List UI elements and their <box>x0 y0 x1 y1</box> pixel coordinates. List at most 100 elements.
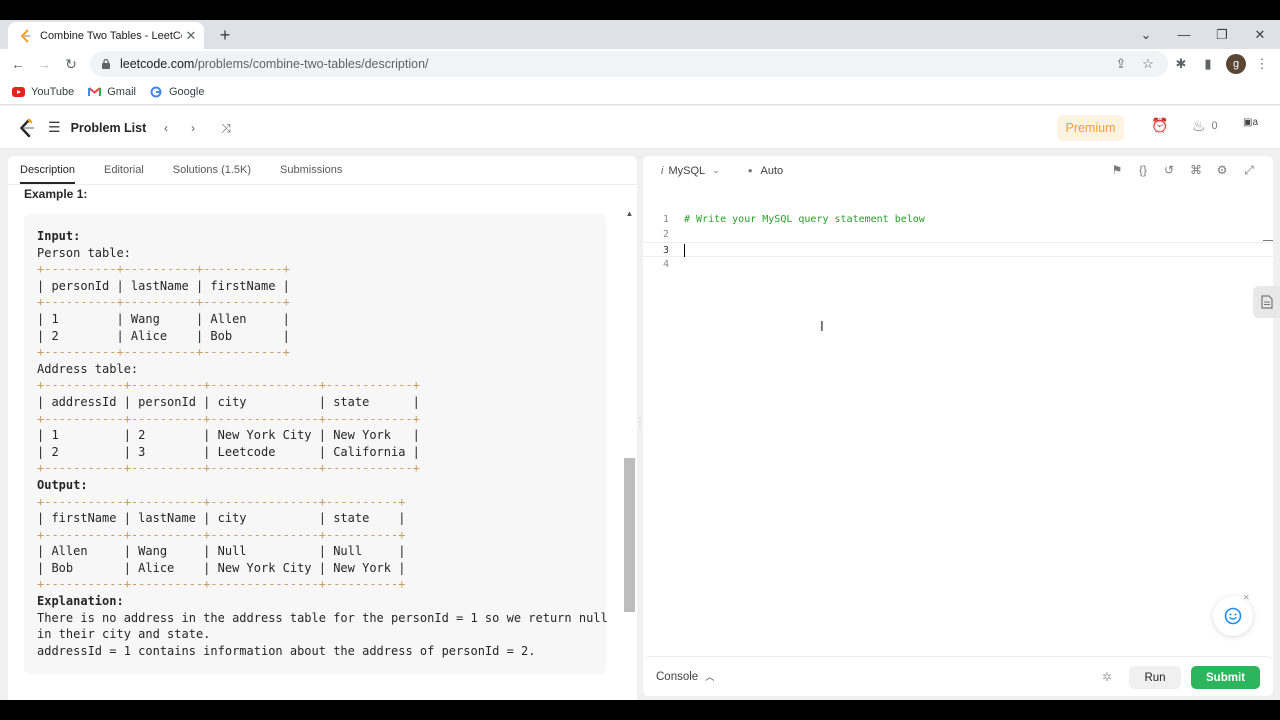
example-line: +-----------+----------+---------------+… <box>37 527 406 542</box>
format-braces-icon[interactable]: {} <box>1135 162 1151 178</box>
lock-icon <box>100 58 112 70</box>
example-line: +-----------+----------+---------------+… <box>37 577 406 592</box>
alarm-clock-icon[interactable]: ⏰ <box>1151 117 1168 134</box>
bookmark-google[interactable]: Google <box>150 85 204 98</box>
example-line: | Allen | Wang | Null | Null | <box>37 544 406 559</box>
bookmark-label: Gmail <box>107 85 136 98</box>
bookmark-gmail[interactable]: Gmail <box>88 85 136 98</box>
description-tabs: Description Editorial Solutions (1.5K) S… <box>8 156 637 185</box>
forward-icon[interactable]: → <box>33 53 55 75</box>
expand-icon[interactable]: ⤢ <box>1241 162 1257 178</box>
side-notes-tab[interactable] <box>1253 286 1280 318</box>
code-text: # Write your MySQL query statement below <box>684 214 925 225</box>
example-line: +-----------+----------+---------------+… <box>37 461 420 476</box>
description-panel: Description Editorial Solutions (1.5K) S… <box>8 156 637 700</box>
profile-avatar[interactable]: g <box>1226 54 1246 74</box>
panel-resize-handle[interactable]: · · · <box>638 414 642 432</box>
share-icon[interactable]: ⇪ <box>1110 53 1132 75</box>
example-line: Explanation: <box>37 594 124 609</box>
example-line: | 1 | Wang | Allen | <box>37 311 290 326</box>
example-line: | 2 | 3 | Leetcode | California | <box>37 444 420 459</box>
example-code-block: Input: Person table: +----------+---------… <box>24 214 608 674</box>
example-line: | addressId | personId | city | state | <box>37 394 420 409</box>
avatar-alt-text: a <box>1252 117 1259 128</box>
example-line: Output: <box>37 477 88 492</box>
code-line: 1 # Write your MySQL query statement bel… <box>643 212 1273 227</box>
leetcode-favicon-icon <box>18 28 32 43</box>
youtube-icon <box>12 85 25 98</box>
more-menu-icon[interactable]: ⋮ <box>1251 53 1273 75</box>
streak-count: 0 <box>1211 120 1218 132</box>
user-avatar[interactable]: ▣ a <box>1243 117 1258 128</box>
document-icon <box>1260 295 1273 309</box>
scroll-up-icon[interactable]: ▲ <box>625 209 634 218</box>
run-button[interactable]: Run <box>1129 666 1181 689</box>
sidepanel-icon[interactable]: ▮ <box>1197 53 1219 75</box>
shuffle-icon[interactable]: ⤨ <box>217 119 235 137</box>
console-label: Console <box>656 670 699 683</box>
debug-bug-icon[interactable]: ✲ <box>1099 669 1115 685</box>
url-text: leetcode.com/problems/combine-two-tables… <box>120 57 429 71</box>
example-line: +-----------+----------+---------------+… <box>37 411 420 426</box>
screen-bottom-border <box>0 700 1280 720</box>
code-area[interactable]: 1 # Write your MySQL query statement bel… <box>643 212 1273 272</box>
tab-search-icon[interactable]: ⌄ <box>1128 20 1164 49</box>
scrollbar-thumb[interactable] <box>624 458 635 612</box>
line-number: 2 <box>662 229 669 240</box>
example-line: | 1 | 2 | New York City | New York | <box>37 428 420 443</box>
reload-icon[interactable]: ↻ <box>60 53 82 75</box>
example-line: +----------+----------+-----------+ <box>37 295 290 310</box>
bookmark-star-icon[interactable]: ☆ <box>1137 53 1159 75</box>
autocomplete-mode[interactable]: ● Auto <box>748 165 783 177</box>
minimize-icon[interactable]: — <box>1166 20 1202 49</box>
bookmark-label: YouTube <box>31 85 75 98</box>
browser-tab[interactable]: Combine Two Tables - LeetCode ✕ <box>8 22 204 49</box>
code-line: 4 <box>643 257 1273 272</box>
settings-gear-icon[interactable]: ⚙ <box>1214 162 1230 178</box>
example-heading: Example 1: <box>24 187 88 201</box>
bookmark-label: Google <box>168 85 205 98</box>
language-select[interactable]: i MySQL ⌄ <box>661 165 720 177</box>
example-line: Input: <box>37 229 81 243</box>
chevron-up-icon: ︿ <box>705 672 715 682</box>
example-text: Input: Person table: +----------+---------… <box>37 228 608 659</box>
chat-close-icon[interactable]: ✕ <box>1243 593 1253 603</box>
tab-solutions[interactable]: Solutions (1.5K) <box>173 156 251 184</box>
leetcode-logo-icon[interactable] <box>18 118 36 138</box>
example-line: Person table: <box>37 245 131 260</box>
extensions-icon[interactable]: ✱ <box>1170 53 1192 75</box>
console-bar: Console ︿ ✲ Run Submit <box>643 656 1273 696</box>
tab-submissions[interactable]: Submissions <box>280 156 342 184</box>
language-label: MySQL <box>668 164 706 177</box>
bookmark-icon[interactable]: ⚑ <box>1109 162 1125 178</box>
line-number: 1 <box>662 214 669 225</box>
dot-icon: ● <box>747 166 753 175</box>
description-content: Example 1: Input: Person table: +---------… <box>8 186 622 700</box>
prev-problem-icon[interactable]: ‹ <box>157 119 175 137</box>
console-toggle[interactable]: Console ︿ <box>656 670 714 683</box>
tab-strip: Combine Two Tables - LeetCode ✕ + ⌄ — ❐ … <box>0 20 1280 49</box>
tab-editorial[interactable]: Editorial <box>104 156 144 184</box>
shortcuts-icon[interactable]: ⌘ <box>1188 162 1204 178</box>
window-close-icon[interactable]: ✕ <box>1242 20 1278 49</box>
example-line: +-----------+----------+---------------+… <box>37 494 406 509</box>
broken-image-icon: ▣ <box>1243 117 1253 128</box>
address-bar[interactable]: leetcode.com/problems/combine-two-tables… <box>90 51 1168 77</box>
next-problem-icon[interactable]: › <box>184 119 202 137</box>
streak-button[interactable]: ♨ 0 <box>1192 117 1218 135</box>
mouse-ibeam-cursor-icon: I <box>820 320 824 335</box>
restore-icon[interactable]: ❐ <box>1204 20 1240 49</box>
reset-icon[interactable]: ↺ <box>1161 162 1177 178</box>
info-icon: i <box>661 164 664 177</box>
tab-description[interactable]: Description <box>20 156 76 184</box>
tab-close-icon[interactable]: ✕ <box>182 27 200 45</box>
submit-button[interactable]: Submit <box>1191 666 1260 689</box>
new-tab-icon[interactable]: + <box>214 24 236 46</box>
minimap-marker <box>1263 240 1273 241</box>
premium-button[interactable]: Premium <box>1057 115 1124 141</box>
back-icon[interactable]: ← <box>7 53 29 75</box>
tab-title: Combine Two Tables - LeetCode <box>40 29 182 42</box>
bookmark-youtube[interactable]: YouTube <box>12 85 74 98</box>
leetcode-navbar: ☰ Problem List ‹ › ⤨ Premium ⏰ ♨ 0 ▣ a <box>0 106 1280 149</box>
problem-list-button[interactable]: ☰ Problem List <box>48 119 146 136</box>
